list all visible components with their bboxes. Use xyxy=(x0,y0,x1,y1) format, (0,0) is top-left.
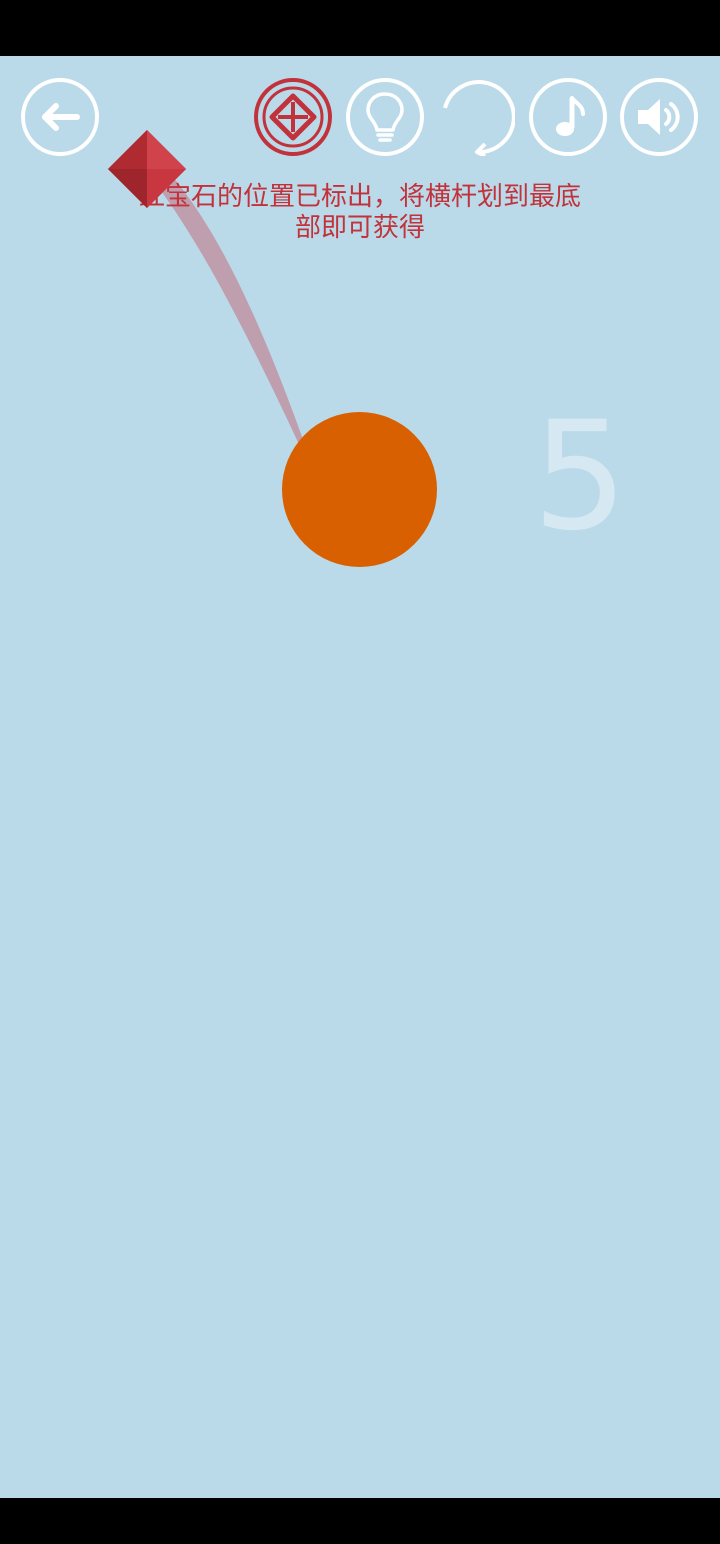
orange-ball[interactable] xyxy=(282,412,437,567)
restart-button[interactable] xyxy=(437,78,515,156)
score-counter: 5 xyxy=(532,390,628,564)
music-note-icon xyxy=(556,96,585,136)
music-button[interactable] xyxy=(529,78,607,156)
restart-icon xyxy=(443,80,515,156)
screen: 红宝石的位置已标出，将横杆划到最底 部即可获得 5 xyxy=(0,0,720,1544)
gem-trail xyxy=(142,152,322,494)
back-button[interactable] xyxy=(21,78,99,156)
ruby-gem-icon xyxy=(108,130,186,208)
back-arrow-icon xyxy=(42,103,80,131)
status-bar xyxy=(0,0,720,56)
lightbulb-icon xyxy=(366,92,404,142)
gem-locator-button[interactable] xyxy=(254,78,332,156)
game-area[interactable]: 红宝石的位置已标出，将横杆划到最底 部即可获得 5 xyxy=(0,56,720,1498)
navigation-bar xyxy=(0,1498,720,1544)
sound-button[interactable] xyxy=(620,78,698,156)
hint-message-line-2: 部即可获得 xyxy=(294,213,425,243)
gem-locator-icon xyxy=(262,86,324,148)
speaker-icon xyxy=(638,99,680,135)
hint-button[interactable] xyxy=(346,78,424,156)
